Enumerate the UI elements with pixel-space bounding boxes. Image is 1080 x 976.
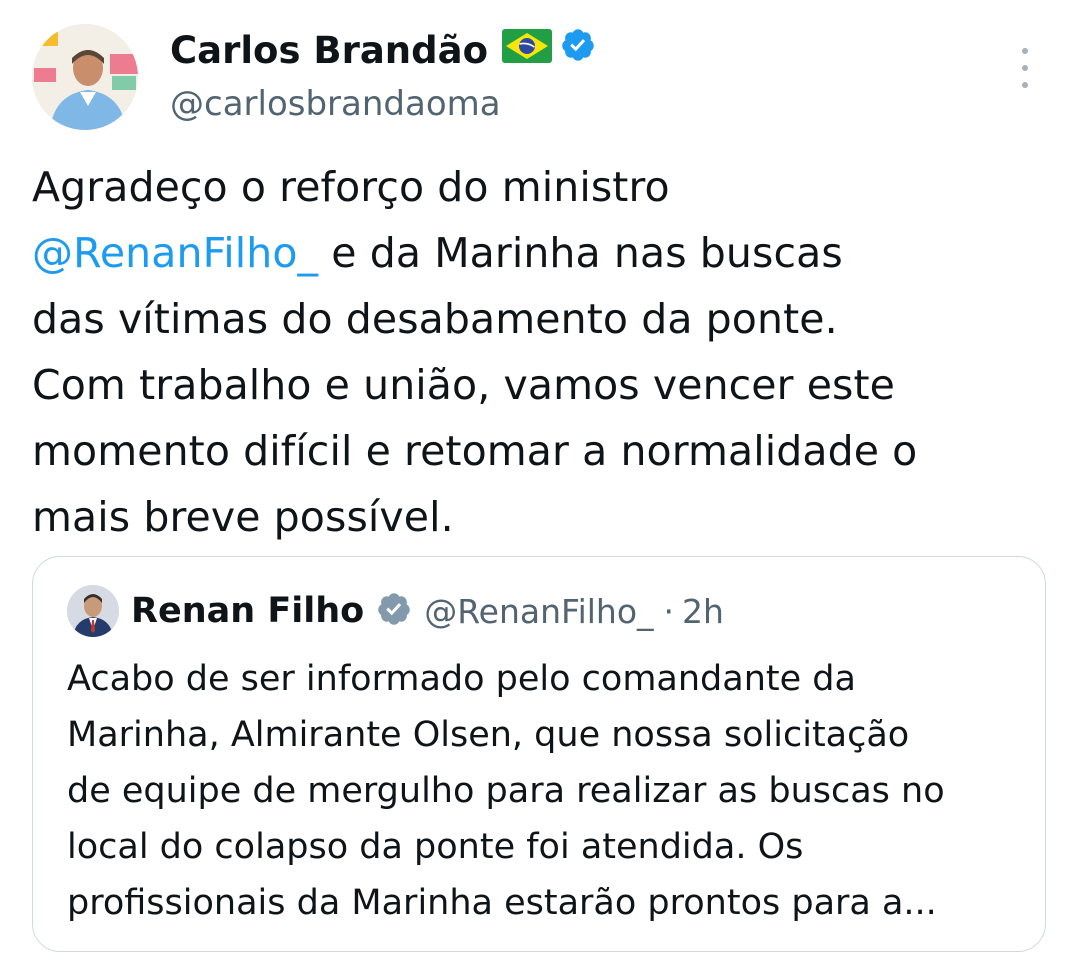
dot bbox=[1022, 48, 1028, 54]
separator-dot: · bbox=[663, 591, 675, 631]
text-segment: Agradeço o reforço do ministro bbox=[32, 163, 670, 211]
quoted-author-avatar[interactable] bbox=[67, 585, 119, 637]
text-segment: mais breve possível. bbox=[32, 493, 454, 541]
government-badge-icon[interactable] bbox=[376, 591, 412, 631]
mention-link[interactable]: @RenanFilho_ bbox=[32, 229, 318, 277]
quoted-header: Renan Filho @RenanFilho_ · 2h bbox=[131, 585, 724, 637]
verified-badge-icon[interactable] bbox=[560, 26, 596, 76]
quoted-text-line: profissionais da Marinha estarão prontos… bbox=[67, 883, 937, 923]
text-segment: e da Marinha nas buscas bbox=[331, 229, 843, 277]
quoted-timestamp[interactable]: 2h bbox=[682, 592, 724, 631]
tweet-text-line: @RenanFilho_ e da Marinha nas buscas bbox=[32, 220, 1042, 286]
avatar-image bbox=[32, 24, 138, 130]
quoted-avatar-image bbox=[67, 585, 119, 637]
quoted-text-line: de equipe de mergulho para realizar as b… bbox=[67, 771, 945, 811]
text-segment: Com trabalho e união, vamos vencer este bbox=[32, 361, 895, 409]
quoted-text-line: Acabo de ser informado pelo comandante d… bbox=[67, 659, 856, 699]
tweet-text-line: mais breve possível. bbox=[32, 484, 1042, 550]
text-segment: das vítimas do desabamento da ponte. bbox=[32, 295, 838, 343]
tweet-text-line: Com trabalho e união, vamos vencer este bbox=[32, 352, 1042, 418]
dot bbox=[1022, 82, 1028, 88]
author-name-row: Carlos Brandão bbox=[170, 26, 596, 76]
tweet-text-line: das vítimas do desabamento da ponte. bbox=[32, 286, 1042, 352]
quoted-tweet-text: Acabo de ser informado pelo comandante d… bbox=[67, 651, 1027, 931]
quoted-text-line: local do colapso da ponte foi atendida. … bbox=[67, 827, 804, 867]
author-name[interactable]: Carlos Brandão bbox=[170, 26, 488, 76]
tweet-text: Agradeço o reforço do ministro @RenanFil… bbox=[32, 154, 1042, 550]
author-handle[interactable]: @carlosbrandaoma bbox=[170, 82, 501, 126]
brazil-flag-icon bbox=[502, 26, 553, 76]
author-avatar[interactable] bbox=[32, 24, 138, 130]
dot bbox=[1022, 65, 1028, 71]
more-options-icon[interactable] bbox=[1010, 48, 1040, 88]
text-segment: momento difícil e retomar a normalidade … bbox=[32, 427, 918, 475]
tweet-text-line: momento difícil e retomar a normalidade … bbox=[32, 418, 1042, 484]
quoted-text-line: Marinha, Almirante Olsen, que nossa soli… bbox=[67, 715, 910, 755]
quoted-author-handle[interactable]: @RenanFilho_ bbox=[424, 592, 653, 631]
quoted-author-name[interactable]: Renan Filho bbox=[131, 591, 364, 631]
quoted-tweet-card[interactable]: Renan Filho @RenanFilho_ · 2h Acabo de s… bbox=[32, 556, 1046, 952]
tweet-text-line: Agradeço o reforço do ministro bbox=[32, 154, 1042, 220]
